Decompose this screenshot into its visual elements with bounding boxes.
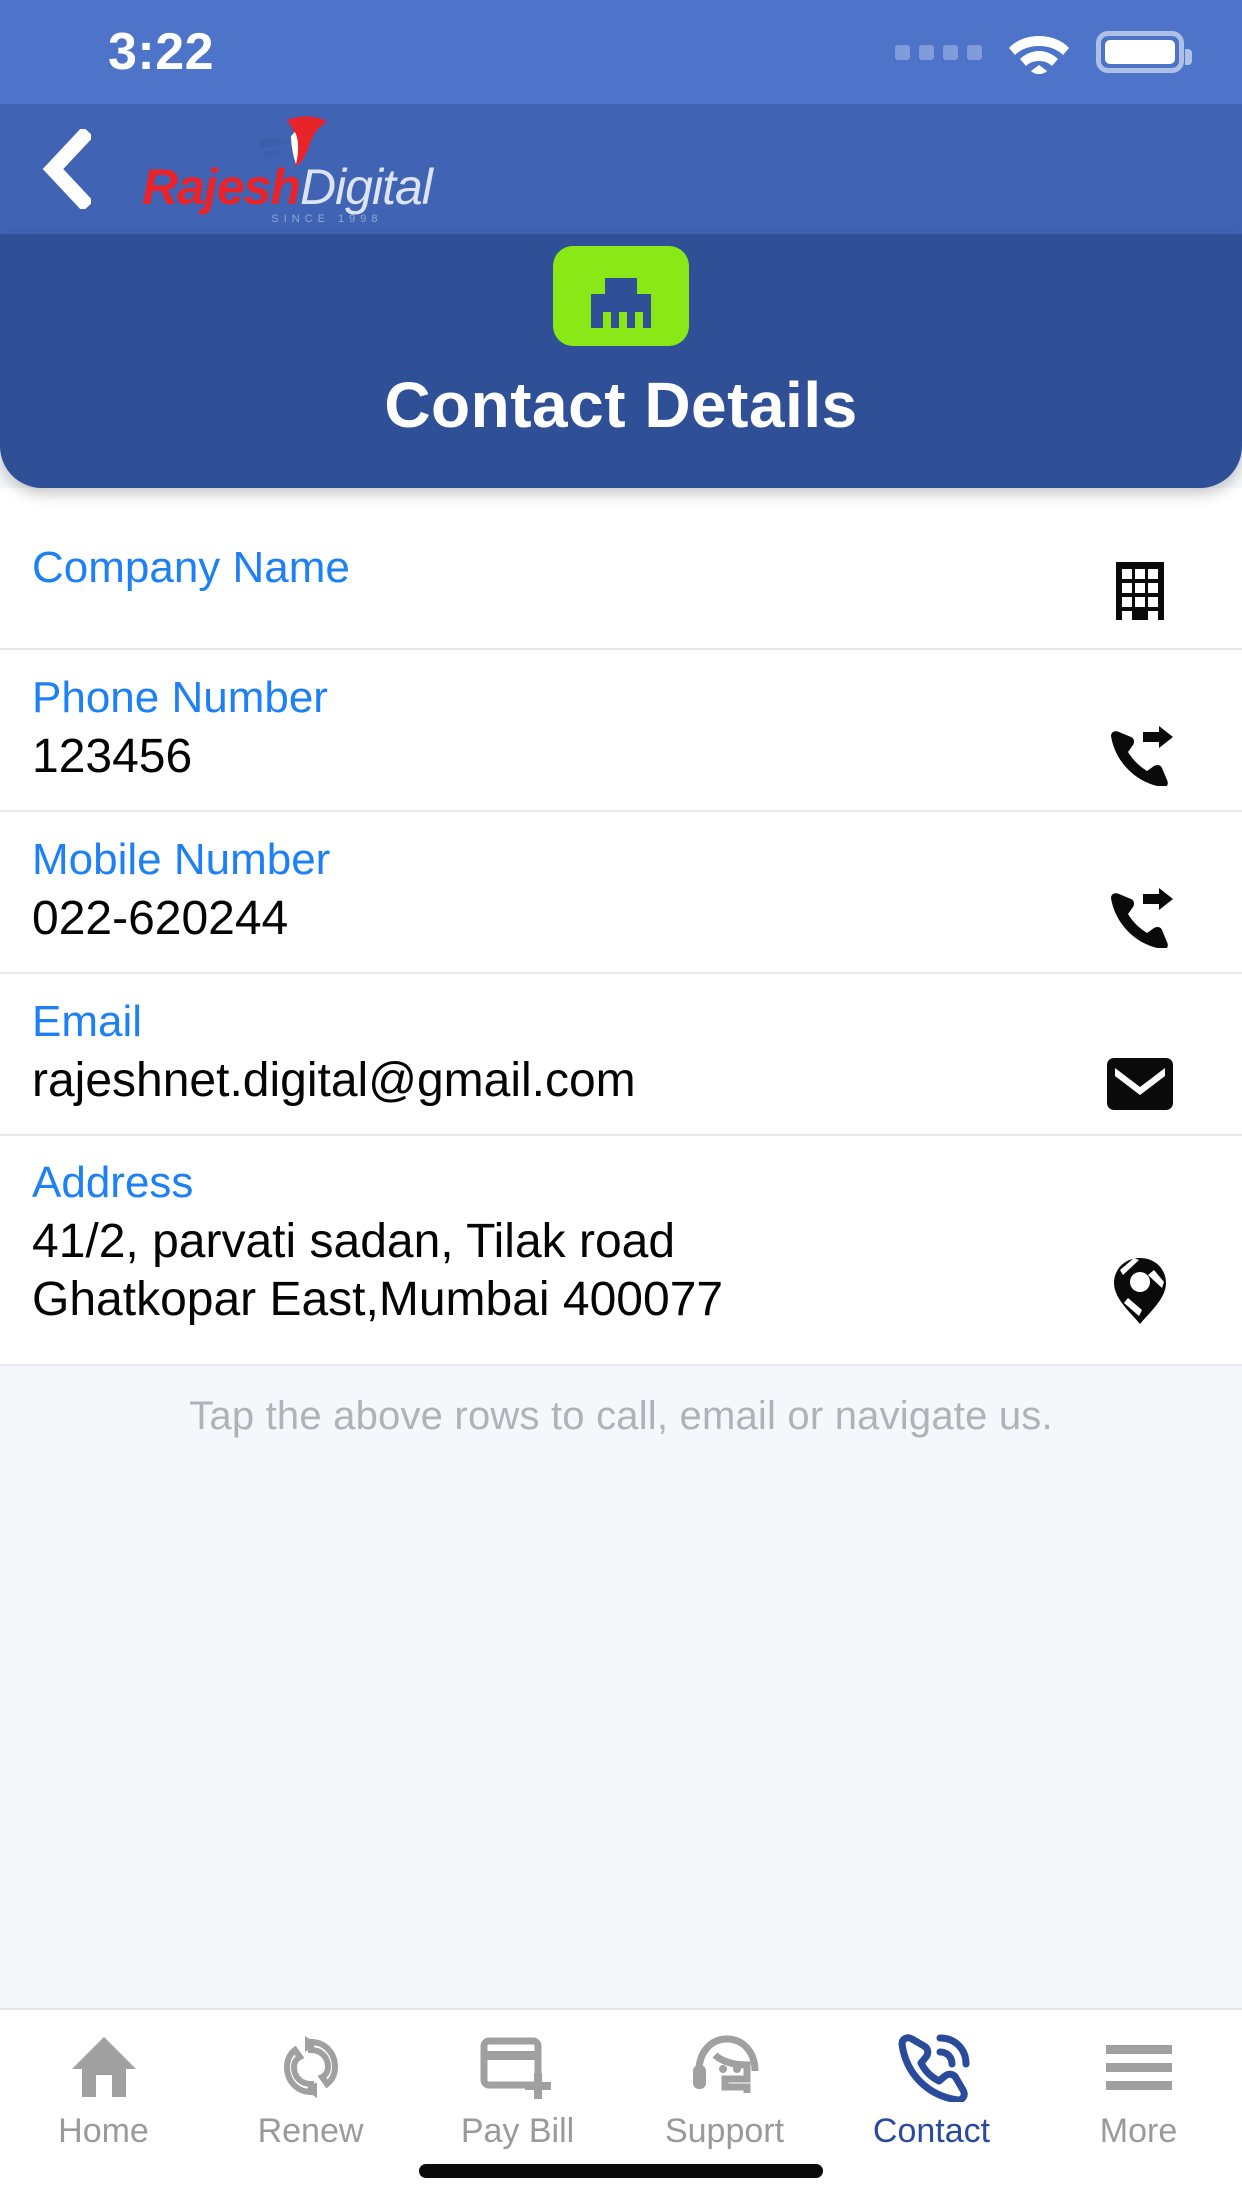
tab-pay-bill[interactable]: Pay Bill [414,2028,621,2148]
row-value: 123456 [32,730,193,784]
tab-label: Pay Bill [460,2112,575,2150]
headset-icon [689,2028,761,2106]
phone-forward-icon [1098,888,1182,948]
tab-home[interactable]: Home [0,2028,207,2148]
contact-row-address[interactable]: Address 41/2, parvati sadan, Tilak road … [0,1136,1242,1366]
tab-more[interactable]: More [1035,2028,1242,2148]
row-label: Email [32,997,143,1047]
tab-label: Contact [872,2112,991,2150]
contact-list: Company Name Phone Number 123456 Mobile … [0,488,1242,1366]
status-bar-indicators [895,29,1194,75]
home-indicator[interactable] [419,2164,823,2178]
map-pin-icon [1098,1256,1182,1364]
row-texts: Company Name [32,543,1098,594]
page-header-panel: Contact Details [0,234,1242,488]
row-label: Company Name [32,542,350,592]
row-value: 41/2, parvati sadan, Tilak road Ghatkopa… [32,1214,724,1327]
app-screen: 3:22 RajeshDigital SINCE 1998 Contact De… [0,0,1242,2208]
phone-ring-icon [894,2028,970,2106]
row-texts: Address 41/2, parvati sadan, Tilak road … [32,1158,1098,1330]
building-icon [1098,558,1182,620]
row-texts: Mobile Number 022-620244 [32,835,1098,948]
battery-full-icon [1096,31,1192,73]
contact-row-email[interactable]: Email rajeshnet.digital@gmail.com [0,974,1242,1136]
row-value: rajeshnet.digital@gmail.com [32,1054,636,1108]
brand-logo: RajeshDigital SINCE 1998 [142,114,433,225]
row-label: Phone Number [32,673,328,723]
row-texts: Phone Number 123456 [32,673,1098,786]
refresh-icon [280,2028,342,2106]
wifi-icon [1008,29,1070,75]
tap-hint-text: Tap the above rows to call, email or nav… [0,1366,1242,1461]
phone-forward-icon [1098,726,1182,786]
back-button[interactable] [0,104,130,234]
contact-row-phone-number[interactable]: Phone Number 123456 [0,650,1242,812]
bottom-tab-bar: Home Renew Pay Bill Support Contact More [0,2008,1242,2208]
tab-contact[interactable]: Contact [828,2028,1035,2148]
status-bar-time: 3:22 [108,23,215,81]
tab-renew[interactable]: Renew [207,2028,414,2148]
back-chevron-icon [42,129,91,209]
tab-label: Home [58,2112,149,2150]
ethernet-port-icon [553,246,689,346]
swoosh-logo-icon [239,114,335,168]
tab-support[interactable]: Support [621,2028,828,2148]
row-label: Address [32,1158,194,1207]
status-bar: 3:22 [0,0,1242,104]
envelope-icon [1098,1058,1182,1110]
card-plus-icon [480,2028,556,2106]
signal-dots-icon [895,44,982,60]
tab-label: More [1099,2112,1178,2150]
tab-label: Renew [257,2112,364,2150]
brand-tagline: SINCE 1998 [271,212,383,225]
row-label: Mobile Number [32,835,331,885]
contact-content: Company Name Phone Number 123456 Mobile … [0,488,1242,2008]
row-texts: Email rajeshnet.digital@gmail.com [32,997,1098,1110]
hamburger-icon [1104,2028,1174,2106]
contact-row-company-name[interactable]: Company Name [0,488,1242,650]
app-navbar: RajeshDigital SINCE 1998 [0,104,1242,234]
tab-label: Support [664,2112,785,2150]
row-value: 022-620244 [32,892,289,946]
home-icon [70,2028,138,2106]
contact-row-mobile-number[interactable]: Mobile Number 022-620244 [0,812,1242,974]
page-title: Contact Details [384,369,858,441]
